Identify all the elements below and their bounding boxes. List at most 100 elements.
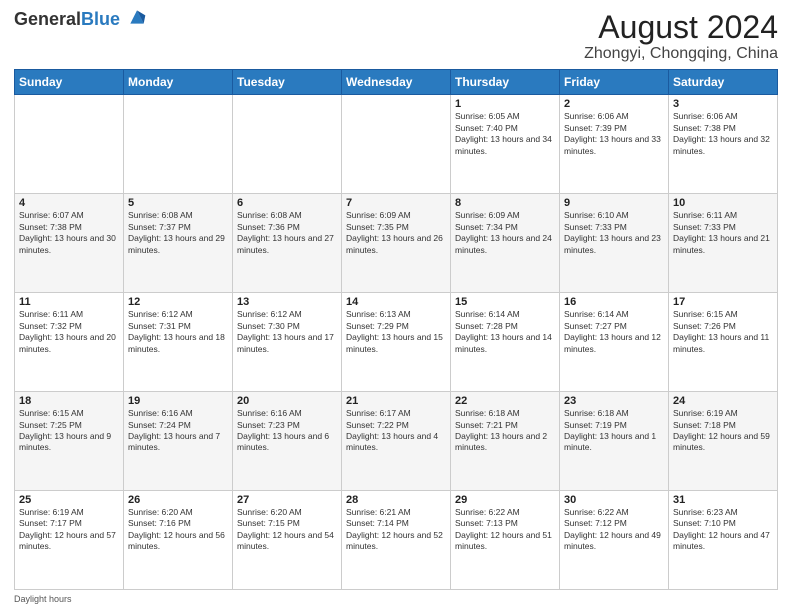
- weekday-header-thursday: Thursday: [451, 70, 560, 95]
- day-info: Sunrise: 6:07 AM Sunset: 7:38 PM Dayligh…: [19, 210, 119, 256]
- calendar-cell: 1Sunrise: 6:05 AM Sunset: 7:40 PM Daylig…: [451, 95, 560, 194]
- weekday-header-tuesday: Tuesday: [233, 70, 342, 95]
- day-number: 22: [455, 395, 555, 407]
- page: GeneralBlue August 2024 Zhongyi, Chongqi…: [0, 0, 792, 612]
- weekday-header-monday: Monday: [124, 70, 233, 95]
- logo-icon: [127, 7, 147, 27]
- calendar-cell: 18Sunrise: 6:15 AM Sunset: 7:25 PM Dayli…: [15, 392, 124, 491]
- day-info: Sunrise: 6:05 AM Sunset: 7:40 PM Dayligh…: [455, 111, 555, 157]
- header: GeneralBlue August 2024 Zhongyi, Chongqi…: [14, 10, 778, 63]
- calendar-cell: 28Sunrise: 6:21 AM Sunset: 7:14 PM Dayli…: [342, 491, 451, 590]
- day-number: 20: [237, 395, 337, 407]
- calendar-cell: 12Sunrise: 6:12 AM Sunset: 7:31 PM Dayli…: [124, 293, 233, 392]
- weekday-header-friday: Friday: [560, 70, 669, 95]
- day-number: 10: [673, 197, 773, 209]
- day-number: 2: [564, 98, 664, 110]
- day-number: 14: [346, 296, 446, 308]
- day-info: Sunrise: 6:12 AM Sunset: 7:31 PM Dayligh…: [128, 309, 228, 355]
- calendar-cell: 17Sunrise: 6:15 AM Sunset: 7:26 PM Dayli…: [669, 293, 778, 392]
- day-number: 28: [346, 494, 446, 506]
- day-info: Sunrise: 6:15 AM Sunset: 7:26 PM Dayligh…: [673, 309, 773, 355]
- day-info: Sunrise: 6:22 AM Sunset: 7:13 PM Dayligh…: [455, 507, 555, 553]
- logo-area: GeneralBlue: [14, 10, 147, 30]
- calendar-cell: 16Sunrise: 6:14 AM Sunset: 7:27 PM Dayli…: [560, 293, 669, 392]
- day-info: Sunrise: 6:21 AM Sunset: 7:14 PM Dayligh…: [346, 507, 446, 553]
- day-info: Sunrise: 6:09 AM Sunset: 7:35 PM Dayligh…: [346, 210, 446, 256]
- day-number: 19: [128, 395, 228, 407]
- calendar-cell: 14Sunrise: 6:13 AM Sunset: 7:29 PM Dayli…: [342, 293, 451, 392]
- day-info: Sunrise: 6:13 AM Sunset: 7:29 PM Dayligh…: [346, 309, 446, 355]
- calendar-cell: 10Sunrise: 6:11 AM Sunset: 7:33 PM Dayli…: [669, 194, 778, 293]
- day-info: Sunrise: 6:23 AM Sunset: 7:10 PM Dayligh…: [673, 507, 773, 553]
- day-info: Sunrise: 6:16 AM Sunset: 7:23 PM Dayligh…: [237, 408, 337, 454]
- day-number: 12: [128, 296, 228, 308]
- calendar-cell: 19Sunrise: 6:16 AM Sunset: 7:24 PM Dayli…: [124, 392, 233, 491]
- day-number: 29: [455, 494, 555, 506]
- day-info: Sunrise: 6:08 AM Sunset: 7:37 PM Dayligh…: [128, 210, 228, 256]
- day-info: Sunrise: 6:06 AM Sunset: 7:38 PM Dayligh…: [673, 111, 773, 157]
- calendar-cell: [233, 95, 342, 194]
- day-number: 5: [128, 197, 228, 209]
- calendar-cell: 5Sunrise: 6:08 AM Sunset: 7:37 PM Daylig…: [124, 194, 233, 293]
- day-number: 1: [455, 98, 555, 110]
- logo: GeneralBlue: [14, 10, 147, 30]
- day-number: 6: [237, 197, 337, 209]
- calendar-cell: 29Sunrise: 6:22 AM Sunset: 7:13 PM Dayli…: [451, 491, 560, 590]
- day-info: Sunrise: 6:11 AM Sunset: 7:32 PM Dayligh…: [19, 309, 119, 355]
- calendar-cell: 21Sunrise: 6:17 AM Sunset: 7:22 PM Dayli…: [342, 392, 451, 491]
- calendar-cell: 31Sunrise: 6:23 AM Sunset: 7:10 PM Dayli…: [669, 491, 778, 590]
- day-info: Sunrise: 6:18 AM Sunset: 7:19 PM Dayligh…: [564, 408, 664, 454]
- logo-line1: General: [14, 9, 81, 29]
- day-number: 9: [564, 197, 664, 209]
- calendar-cell: 15Sunrise: 6:14 AM Sunset: 7:28 PM Dayli…: [451, 293, 560, 392]
- weekday-header-sunday: Sunday: [15, 70, 124, 95]
- day-number: 13: [237, 296, 337, 308]
- calendar-cell: 4Sunrise: 6:07 AM Sunset: 7:38 PM Daylig…: [15, 194, 124, 293]
- day-info: Sunrise: 6:20 AM Sunset: 7:16 PM Dayligh…: [128, 507, 228, 553]
- calendar-cell: 11Sunrise: 6:11 AM Sunset: 7:32 PM Dayli…: [15, 293, 124, 392]
- day-info: Sunrise: 6:16 AM Sunset: 7:24 PM Dayligh…: [128, 408, 228, 454]
- logo-line2: Blue: [81, 9, 120, 29]
- calendar-cell: 23Sunrise: 6:18 AM Sunset: 7:19 PM Dayli…: [560, 392, 669, 491]
- calendar-cell: [15, 95, 124, 194]
- day-info: Sunrise: 6:14 AM Sunset: 7:27 PM Dayligh…: [564, 309, 664, 355]
- day-number: 30: [564, 494, 664, 506]
- day-info: Sunrise: 6:11 AM Sunset: 7:33 PM Dayligh…: [673, 210, 773, 256]
- day-info: Sunrise: 6:22 AM Sunset: 7:12 PM Dayligh…: [564, 507, 664, 553]
- day-info: Sunrise: 6:15 AM Sunset: 7:25 PM Dayligh…: [19, 408, 119, 454]
- calendar-cell: 7Sunrise: 6:09 AM Sunset: 7:35 PM Daylig…: [342, 194, 451, 293]
- day-info: Sunrise: 6:19 AM Sunset: 7:18 PM Dayligh…: [673, 408, 773, 454]
- day-info: Sunrise: 6:18 AM Sunset: 7:21 PM Dayligh…: [455, 408, 555, 454]
- day-number: 7: [346, 197, 446, 209]
- week-row-4: 18Sunrise: 6:15 AM Sunset: 7:25 PM Dayli…: [15, 392, 778, 491]
- location-title: Zhongyi, Chongqing, China: [584, 45, 778, 63]
- day-number: 3: [673, 98, 773, 110]
- calendar-cell: [342, 95, 451, 194]
- week-row-5: 25Sunrise: 6:19 AM Sunset: 7:17 PM Dayli…: [15, 491, 778, 590]
- calendar-cell: [124, 95, 233, 194]
- day-number: 17: [673, 296, 773, 308]
- day-info: Sunrise: 6:06 AM Sunset: 7:39 PM Dayligh…: [564, 111, 664, 157]
- calendar-cell: 9Sunrise: 6:10 AM Sunset: 7:33 PM Daylig…: [560, 194, 669, 293]
- calendar-cell: 13Sunrise: 6:12 AM Sunset: 7:30 PM Dayli…: [233, 293, 342, 392]
- day-number: 18: [19, 395, 119, 407]
- day-number: 15: [455, 296, 555, 308]
- weekday-header-row: SundayMondayTuesdayWednesdayThursdayFrid…: [15, 70, 778, 95]
- day-info: Sunrise: 6:17 AM Sunset: 7:22 PM Dayligh…: [346, 408, 446, 454]
- day-number: 31: [673, 494, 773, 506]
- calendar-cell: 25Sunrise: 6:19 AM Sunset: 7:17 PM Dayli…: [15, 491, 124, 590]
- calendar-cell: 3Sunrise: 6:06 AM Sunset: 7:38 PM Daylig…: [669, 95, 778, 194]
- day-info: Sunrise: 6:20 AM Sunset: 7:15 PM Dayligh…: [237, 507, 337, 553]
- title-area: August 2024 Zhongyi, Chongqing, China: [584, 10, 778, 63]
- day-number: 26: [128, 494, 228, 506]
- calendar-table: SundayMondayTuesdayWednesdayThursdayFrid…: [14, 69, 778, 590]
- weekday-header-saturday: Saturday: [669, 70, 778, 95]
- day-number: 24: [673, 395, 773, 407]
- calendar-cell: 20Sunrise: 6:16 AM Sunset: 7:23 PM Dayli…: [233, 392, 342, 491]
- day-info: Sunrise: 6:19 AM Sunset: 7:17 PM Dayligh…: [19, 507, 119, 553]
- day-number: 23: [564, 395, 664, 407]
- calendar-cell: 30Sunrise: 6:22 AM Sunset: 7:12 PM Dayli…: [560, 491, 669, 590]
- month-year-title: August 2024: [584, 10, 778, 45]
- week-row-3: 11Sunrise: 6:11 AM Sunset: 7:32 PM Dayli…: [15, 293, 778, 392]
- footer-note: Daylight hours: [14, 594, 778, 604]
